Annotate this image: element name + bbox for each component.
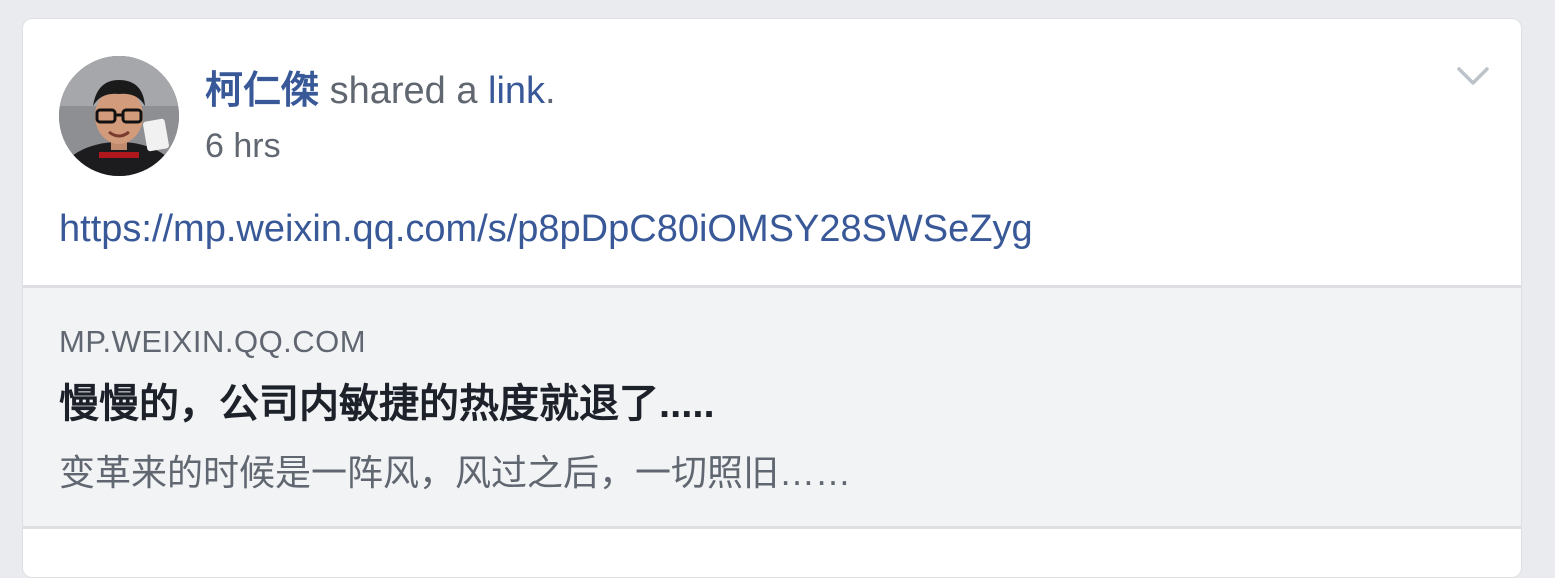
preview-description: 变革来的时候是一阵风，风过之后，一切照旧…… xyxy=(59,452,852,493)
post-url-link[interactable]: https://mp.weixin.qq.com/s/p8pDpC80iOMSY… xyxy=(59,205,1033,253)
preview-domain: MP.WEIXIN.QQ.COM xyxy=(59,324,367,359)
link-preview[interactable]: MP.WEIXIN.QQ.COM 慢慢的，公司内敏捷的热度就退了..... 变革… xyxy=(23,285,1521,529)
preview-title[interactable]: 慢慢的，公司内敏捷的热度就退了..... xyxy=(59,378,715,430)
author-avatar[interactable] xyxy=(59,56,179,176)
post-header: 柯仁傑 shared a link. xyxy=(205,67,556,115)
author-name[interactable]: 柯仁傑 xyxy=(205,70,319,112)
post-card: 柯仁傑 shared a link. 6 hrs https://mp.weix… xyxy=(22,18,1522,578)
action-end: . xyxy=(545,70,556,112)
shared-link-word[interactable]: link xyxy=(488,70,545,112)
action-text: shared a xyxy=(319,70,489,112)
post-timestamp[interactable]: 6 hrs xyxy=(205,125,281,167)
chevron-down-icon[interactable] xyxy=(1455,63,1491,89)
